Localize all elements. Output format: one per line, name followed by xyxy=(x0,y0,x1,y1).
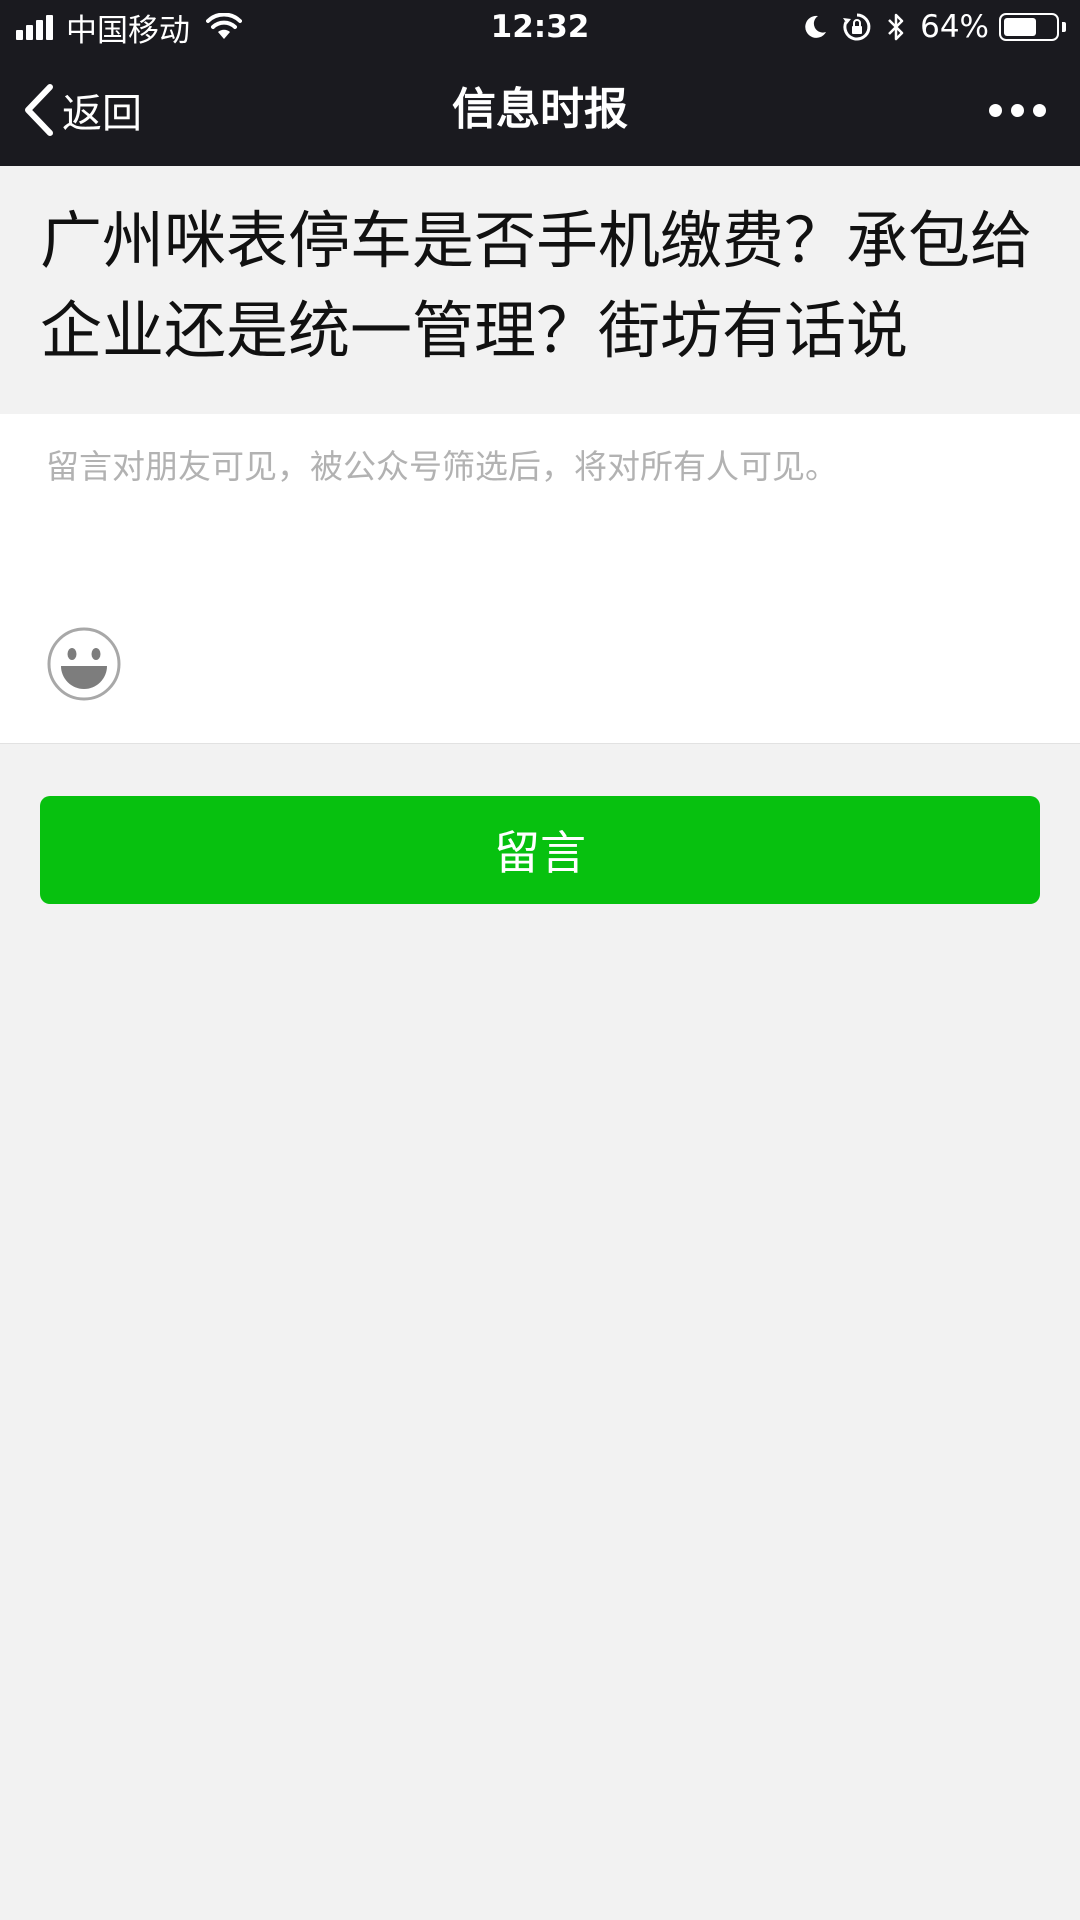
submit-comment-button[interactable]: 留言 xyxy=(40,796,1040,904)
dot xyxy=(1033,103,1046,117)
more-dots-icon[interactable] xyxy=(980,54,1046,166)
status-right: 64% xyxy=(788,0,1066,54)
rotation-lock-icon xyxy=(843,13,871,41)
dot xyxy=(1011,103,1024,117)
battery-icon xyxy=(999,13,1059,41)
nav-bar: 返回 信息时报 xyxy=(0,54,1080,166)
battery-fill xyxy=(1004,18,1036,36)
battery-cap xyxy=(1062,22,1066,32)
smiley-face-icon[interactable] xyxy=(46,626,122,702)
back-button[interactable]: 返回 xyxy=(22,54,142,166)
moon-icon xyxy=(805,15,827,38)
dot xyxy=(989,103,1002,117)
nav-title: 信息时报 xyxy=(452,84,628,135)
battery-percent: 64% xyxy=(920,9,989,45)
back-label: 返回 xyxy=(62,91,142,137)
comment-panel xyxy=(0,414,1080,744)
back-chevron-icon xyxy=(25,84,53,136)
comment-input[interactable] xyxy=(46,440,1036,600)
article-title: 广州咪表停车是否手机缴费？承包给企业还是统一管理？街坊有话说 xyxy=(40,204,1033,367)
status-bar: 中国移动 12:32 64% xyxy=(0,0,1080,54)
bluetooth-icon xyxy=(888,13,904,41)
